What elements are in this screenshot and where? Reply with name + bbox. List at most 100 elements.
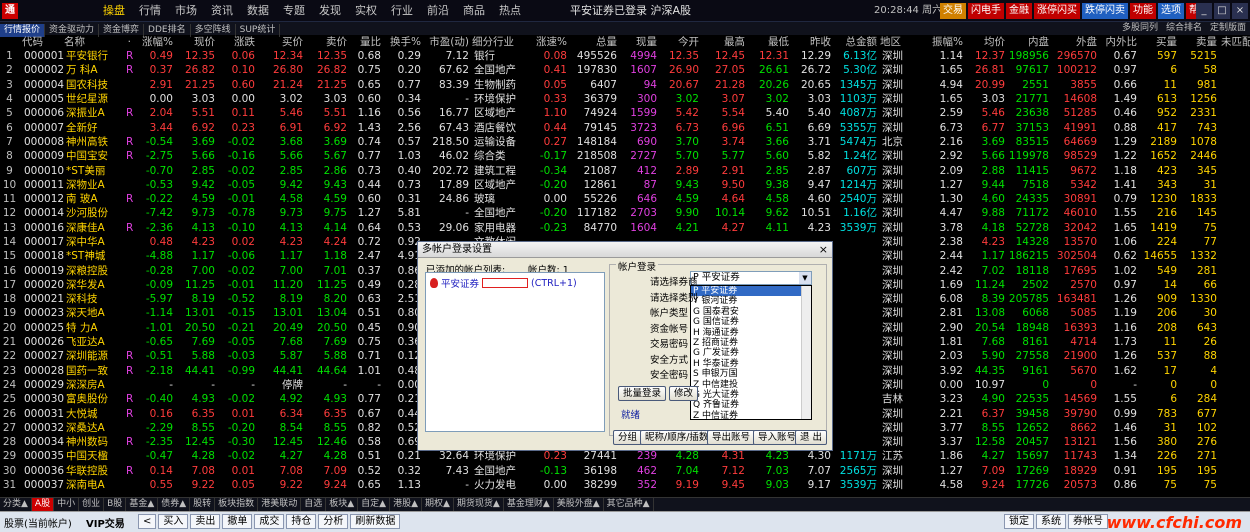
- market-tab[interactable]: 板块▲: [326, 498, 359, 511]
- market-tab[interactable]: 股转: [190, 498, 216, 511]
- toolbar-button[interactable]: 交易: [940, 3, 966, 19]
- dialog-bottom-button[interactable]: 昵称/顺序/插数: [640, 430, 714, 445]
- account-item[interactable]: 平安证券 (CTRL+1): [430, 276, 577, 290]
- column-header[interactable]: 现价: [176, 35, 218, 49]
- toolbar-button[interactable]: 金融: [1006, 3, 1032, 19]
- dropdown-scrollbar[interactable]: [801, 286, 811, 419]
- column-header[interactable]: 换手%: [384, 35, 424, 49]
- market-tab[interactable]: 债券▲: [158, 498, 191, 511]
- layout-tab[interactable]: 多股同列: [1118, 22, 1162, 35]
- trade-button[interactable]: 撤单: [222, 514, 253, 529]
- menu-item[interactable]: 资讯: [204, 0, 240, 22]
- chevron-down-icon[interactable]: ▼: [799, 272, 811, 284]
- column-header[interactable]: 买价: [258, 35, 306, 49]
- column-header[interactable]: 买量: [1140, 35, 1180, 49]
- dialog-bottom-button[interactable]: 分组: [613, 430, 643, 445]
- column-header[interactable]: 外盘: [1052, 35, 1100, 49]
- broker-option[interactable]: H 华泰证券: [691, 359, 811, 369]
- modify-button[interactable]: 修改: [669, 386, 699, 401]
- column-header[interactable]: 昨收: [792, 35, 834, 49]
- table-row[interactable]: 31 000037 深南电A 0.55 9.22 0.05 9.22 9.24 0.65 1.13…: [0, 478, 1250, 492]
- column-header[interactable]: 市盈(动): [424, 35, 472, 49]
- broker-select[interactable]: P 平安证券 ▼: [690, 271, 812, 285]
- trade-right-button[interactable]: 系统: [1036, 514, 1066, 529]
- broker-option[interactable]: P 平安证券: [691, 286, 811, 297]
- menu-item[interactable]: 行情: [132, 0, 168, 22]
- column-header[interactable]: 内外比: [1100, 35, 1140, 49]
- market-tab[interactable]: B股: [104, 498, 127, 511]
- toolbar-button[interactable]: 选项: [1158, 3, 1184, 19]
- broker-option[interactable]: G 国信证券: [691, 317, 811, 327]
- menu-item[interactable]: 热点: [492, 0, 528, 22]
- menu-item[interactable]: 前沿: [420, 0, 456, 22]
- column-header[interactable]: 今开: [660, 35, 702, 49]
- toolbar-button[interactable]: 涨停闪买: [1034, 3, 1080, 19]
- table-row[interactable]: 1 000001 平安银行 R 0.49 12.35 0.06 12.34 12.35 0.68 0…: [0, 49, 1250, 63]
- column-header[interactable]: 均价: [966, 35, 1008, 49]
- column-header[interactable]: 内盘: [1008, 35, 1052, 49]
- account-label[interactable]: 股票(当前帐户): [4, 515, 72, 530]
- column-header[interactable]: 卖价: [306, 35, 350, 49]
- market-tab[interactable]: 创业: [79, 498, 105, 511]
- toolbar-button[interactable]: 跌停闪卖: [1082, 3, 1128, 19]
- column-header[interactable]: 总金额: [834, 35, 880, 49]
- market-tab[interactable]: 美股外盘▲: [554, 498, 604, 511]
- market-tab[interactable]: 自选: [301, 498, 327, 511]
- table-row[interactable]: 4 000005 世纪星源 0.00 3.03 0.00 3.02 3.03 0.60 0.34 -…: [0, 92, 1250, 106]
- market-tab[interactable]: 港股▲: [390, 498, 422, 511]
- market-tab[interactable]: 基金理财▲: [504, 498, 554, 511]
- column-header[interactable]: 名称: [64, 35, 126, 49]
- broker-option[interactable]: Z 招商证券: [691, 338, 811, 348]
- column-header[interactable]: 现量: [620, 35, 660, 49]
- close-icon[interactable]: ×: [1232, 3, 1248, 19]
- table-row[interactable]: 5 000006 深振业A R 2.04 5.51 0.11 5.46 5.51 1.16 0.56…: [0, 106, 1250, 120]
- market-tab[interactable]: 板块指数: [215, 498, 259, 511]
- broker-option[interactable]: S 申银万国: [691, 369, 811, 379]
- close-icon[interactable]: ×: [819, 242, 828, 258]
- table-row[interactable]: 30 000036 华联控股 R 0.14 7.08 0.01 7.08 7.09 0.52 0.3…: [0, 464, 1250, 478]
- broker-option[interactable]: H 海通证券: [691, 328, 811, 338]
- trade-button[interactable]: 成交: [254, 514, 285, 529]
- table-row[interactable]: 10 000011 深物业A -0.53 9.42 -0.05 9.42 9.43 0.44 0.…: [0, 178, 1250, 192]
- dialog-bottom-button[interactable]: 退 出: [795, 430, 828, 445]
- table-row[interactable]: 6 000007 全新好 3.44 6.92 0.23 6.91 6.92 1.43 2.56 67…: [0, 120, 1250, 134]
- menu-item[interactable]: 行业: [384, 0, 420, 22]
- column-header[interactable]: 最高: [702, 35, 748, 49]
- table-row[interactable]: 9 000010 *ST美丽 -0.70 2.85 -0.02 2.85 2.86 0.73 0.…: [0, 163, 1250, 177]
- toolbar-button[interactable]: 功能: [1130, 3, 1156, 19]
- column-header[interactable]: 最低: [748, 35, 792, 49]
- trade-button[interactable]: <: [138, 514, 157, 529]
- trade-button[interactable]: 分析: [318, 514, 349, 529]
- minimize-icon[interactable]: _: [1196, 3, 1212, 19]
- menu-item[interactable]: 商品: [456, 0, 492, 22]
- column-header[interactable]: 涨幅%: [134, 35, 176, 49]
- menu-item[interactable]: 数据: [240, 0, 276, 22]
- table-row[interactable]: 3 000004 国农科技 2.91 21.25 0.60 21.24 21.25 0.65 0.…: [0, 78, 1250, 92]
- trade-right-button[interactable]: 锁定: [1004, 514, 1034, 529]
- broker-option[interactable]: Y 银河证券: [691, 296, 811, 306]
- column-header[interactable]: 总量: [570, 35, 620, 49]
- toolbar-button[interactable]: 闪电手: [968, 3, 1004, 19]
- dialog-bottom-button[interactable]: 导出账号: [707, 430, 756, 445]
- trade-right-button[interactable]: 券帐号: [1068, 514, 1108, 529]
- table-row[interactable]: 12 000014 沙河股份 -7.42 9.73 -0.78 9.73 9.75 1.27 5.…: [0, 206, 1250, 220]
- menu-item[interactable]: 操盘: [96, 0, 132, 22]
- market-tab[interactable]: 其它品种▲: [604, 498, 654, 511]
- trade-button[interactable]: 刷新数据: [350, 514, 401, 529]
- maximize-icon[interactable]: □: [1214, 3, 1230, 19]
- menu-item[interactable]: 专题: [276, 0, 312, 22]
- market-tab[interactable]: 港美联动: [258, 498, 302, 511]
- column-header[interactable]: 量比: [350, 35, 384, 49]
- trade-button[interactable]: 持仓: [286, 514, 317, 529]
- table-row[interactable]: 7 000008 神州高铁 R -0.54 3.69 -0.02 3.68 3.69 0.74 0.…: [0, 135, 1250, 149]
- broker-option[interactable]: Q 齐鲁证券: [691, 400, 811, 410]
- market-tab[interactable]: 期货现货▲: [454, 498, 504, 511]
- broker-option[interactable]: G 广发证券: [691, 348, 811, 358]
- column-header[interactable]: 涨速%: [528, 35, 570, 49]
- market-tab[interactable]: 期权▲: [422, 498, 454, 511]
- menu-item[interactable]: 发现: [312, 0, 348, 22]
- column-header[interactable]: 振幅%: [920, 35, 966, 49]
- menu-item[interactable]: 实权: [348, 0, 384, 22]
- column-header[interactable]: 细分行业: [472, 35, 528, 49]
- market-tab[interactable]: 基金▲: [126, 498, 159, 511]
